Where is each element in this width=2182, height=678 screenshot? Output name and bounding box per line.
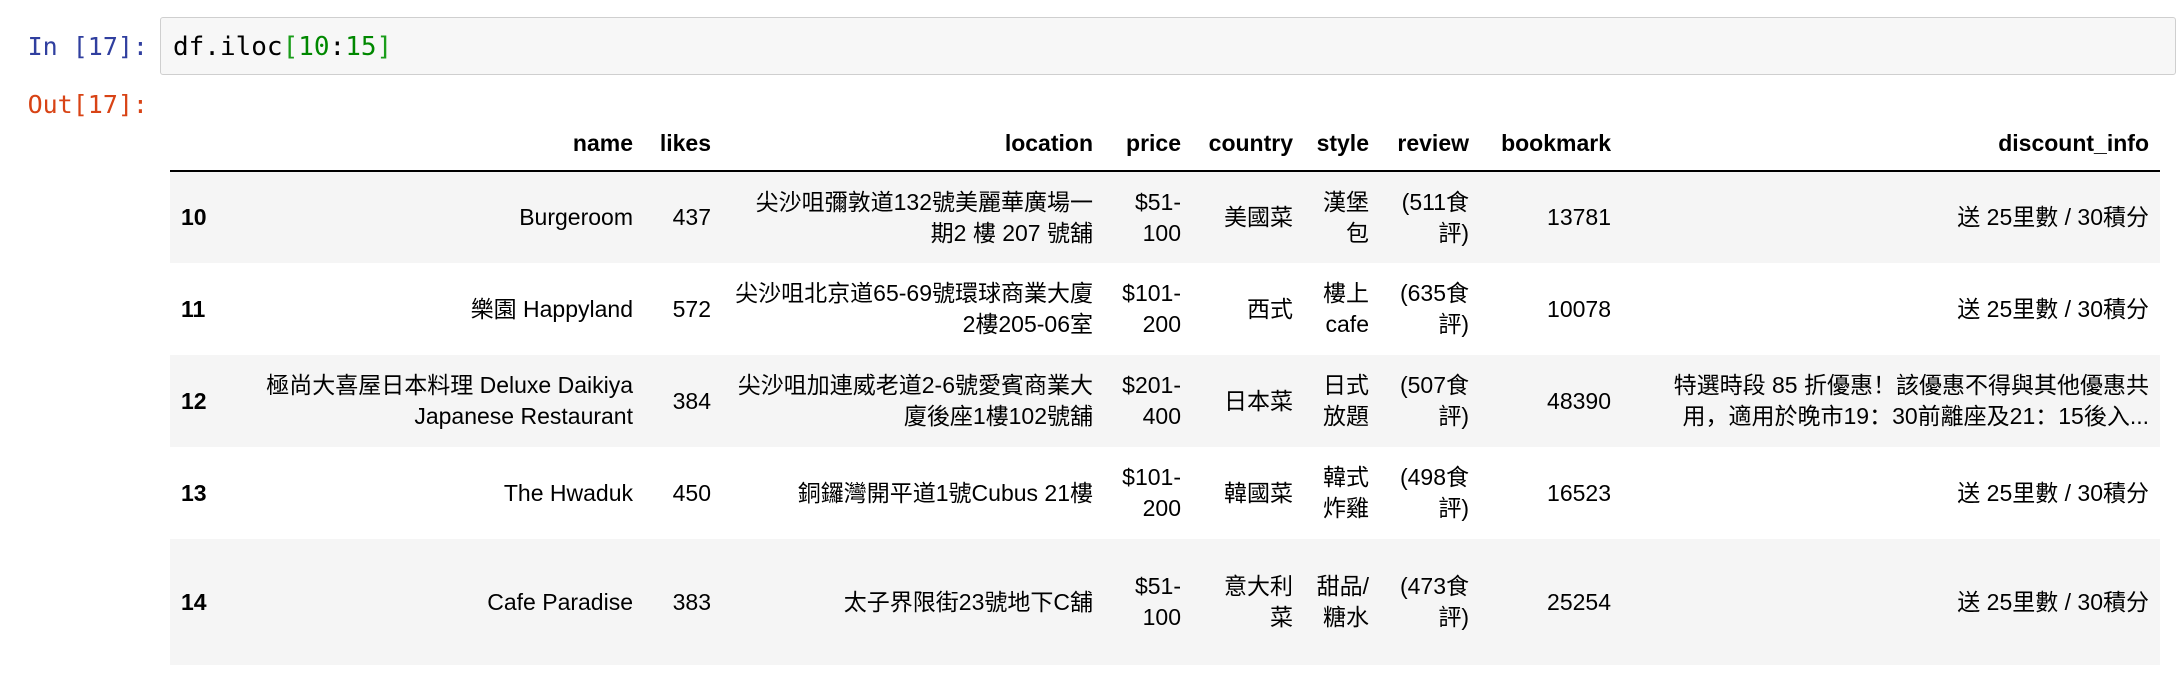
cell-name: 樂園 Happyland	[470, 295, 633, 322]
table-row: 11 樂園 Happyland 572 尖沙咀北京道65-69號環球商業大廈2樓…	[170, 263, 2160, 355]
table-row: 13 The Hwaduk 450 銅鑼灣開平道1號Cubus 21樓 $101…	[170, 447, 2160, 539]
column-header: discount_info	[1622, 112, 2160, 172]
code-open-bracket: [	[282, 32, 299, 62]
code-close-bracket: ]	[376, 32, 393, 62]
cell-review: (473食評)	[1399, 573, 1469, 630]
cell-price: $101-200	[1122, 464, 1181, 521]
cell-name: The Hwaduk	[503, 479, 633, 506]
cell-style: 樓上cafe	[1323, 280, 1369, 337]
column-header: bookmark	[1480, 112, 1622, 172]
cell-location: 尖沙咀北京道65-69號環球商業大廈2樓205-06室	[735, 280, 1093, 337]
output-prompt: Out[17]:	[27, 90, 148, 119]
cell-discount-info: 特選時段 85 折優惠！該優惠不得與其他優惠共用，適用於晚市19：30前離座及2…	[1673, 372, 2149, 429]
cell-name: Cafe Paradise	[487, 588, 633, 615]
cell-country: 美國菜	[1224, 204, 1293, 230]
cell-likes: 572	[672, 295, 711, 322]
cell-bookmark: 13781	[1547, 204, 1611, 230]
column-header: likes	[644, 112, 722, 172]
table-row: 14 Cafe Paradise 383 太子界限街23號地下C舖 $51-10…	[170, 539, 2160, 665]
column-header: location	[722, 112, 1104, 172]
cell-style: 漢堡包	[1323, 188, 1369, 246]
cell-name: 極尚大喜屋日本料理 Deluxe Daikiya Japanese Restau…	[266, 372, 633, 429]
cell-name: Burgeroom	[519, 204, 633, 230]
dataframe-table: name likes location price country style …	[170, 112, 2160, 665]
cell-likes: 450	[672, 479, 711, 506]
cell-location: 銅鑼灣開平道1號Cubus 21樓	[797, 479, 1093, 506]
row-index: 10	[181, 204, 207, 230]
row-index: 11	[181, 295, 206, 322]
cell-location: 尖沙咀彌敦道132號美麗華廣場一期2 樓 207 號舖	[755, 188, 1093, 246]
cell-country: 意大利菜	[1224, 573, 1293, 630]
table-header-row: name likes location price country style …	[170, 112, 2160, 172]
cell-country: 西式	[1247, 295, 1293, 322]
code-input-area[interactable]: df.iloc[10:15]	[160, 17, 2176, 75]
cell-price: $201-400	[1122, 372, 1181, 429]
cell-location: 太子界限街23號地下C舖	[843, 588, 1093, 615]
cell-likes: 384	[672, 387, 711, 414]
row-index: 12	[181, 387, 207, 414]
table-row: 12 極尚大喜屋日本料理 Deluxe Daikiya Japanese Res…	[170, 355, 2160, 447]
table-row: 10 Burgeroom 437 尖沙咀彌敦道132號美麗華廣場一期2 樓 20…	[170, 171, 2160, 263]
cell-bookmark: 10078	[1547, 295, 1611, 322]
code-slice-end: 15	[345, 32, 377, 62]
dataframe-output: name likes location price country style …	[170, 112, 2160, 665]
cell-price: $51-100	[1134, 188, 1181, 246]
cell-bookmark: 25254	[1547, 588, 1611, 615]
input-prompt: In [17]:	[27, 32, 148, 61]
cell-likes: 437	[672, 204, 711, 230]
code-slice-start: 10	[298, 32, 330, 62]
column-header: price	[1104, 112, 1192, 172]
cell-discount-info: 送 25里數 / 30積分	[1957, 295, 2149, 322]
cell-discount-info: 送 25里數 / 30積分	[1957, 479, 2149, 506]
cell-country: 韓國菜	[1224, 479, 1293, 506]
cell-country: 日本菜	[1224, 387, 1293, 414]
cell-bookmark: 48390	[1547, 387, 1611, 414]
cell-price: $101-200	[1122, 280, 1181, 337]
cell-price: $51-100	[1134, 573, 1181, 630]
cell-discount-info: 送 25里數 / 30積分	[1957, 588, 2149, 615]
cell-discount-info: 送 25里數 / 30積分	[1957, 204, 2149, 230]
cell-style: 韓式炸雞	[1323, 464, 1369, 521]
cell-review: (507食評)	[1399, 372, 1469, 429]
column-header: review	[1380, 112, 1480, 172]
index-header	[170, 112, 224, 172]
cell-review: (498食評)	[1399, 464, 1469, 521]
cell-review: (511食評)	[1401, 188, 1469, 246]
cell-bookmark: 16523	[1547, 479, 1611, 506]
cell-location: 尖沙咀加連威老道2-6號愛賓商業大廈後座1樓102號舖	[737, 372, 1093, 429]
code-cell: In [17]: df.iloc[10:15]	[0, 17, 2182, 77]
code-text: df.iloc[10:15]	[173, 18, 392, 76]
column-header: name	[224, 112, 644, 172]
code-slice-colon: :	[329, 32, 346, 62]
cell-review: (635食評)	[1399, 280, 1469, 337]
row-index: 14	[181, 588, 207, 615]
cell-likes: 383	[672, 588, 711, 615]
row-index: 13	[181, 479, 207, 506]
cell-style: 日式放題	[1323, 372, 1369, 429]
code-object: df.iloc	[173, 32, 283, 62]
cell-style: 甜品/糖水	[1316, 573, 1369, 630]
column-header: style	[1304, 112, 1380, 172]
column-header: country	[1192, 112, 1304, 172]
